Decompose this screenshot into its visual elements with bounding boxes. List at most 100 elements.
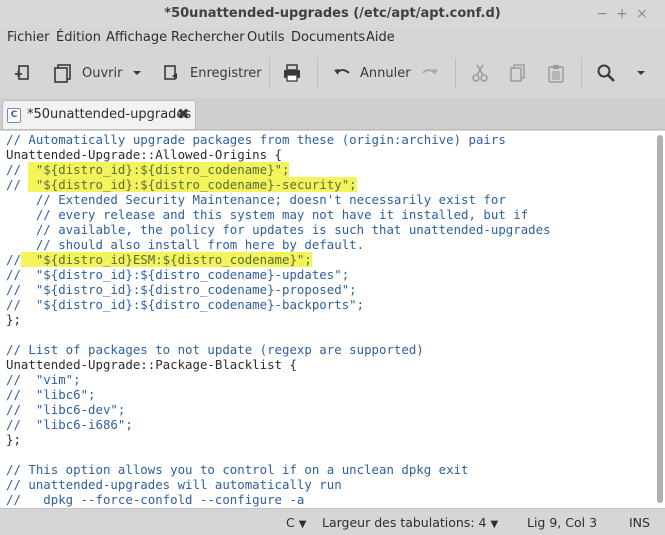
code-line[interactable]: // Automatically upgrade packages from t… <box>6 132 551 147</box>
scrollbar-thumb[interactable] <box>657 135 663 503</box>
search-icon <box>597 64 615 82</box>
tab-label: *50unattended-upgrades <box>27 107 192 122</box>
code-text: // "libc6"; <box>6 387 96 402</box>
chevron-down-icon: ▼ <box>298 519 307 530</box>
c-file-icon: C <box>7 108 21 123</box>
code-line[interactable]: Unattended-Upgrade::Package-Blacklist { <box>6 357 551 372</box>
menu-rechercher[interactable]: Rechercher <box>171 30 245 45</box>
code-view[interactable]: // Automatically upgrade packages from t… <box>6 132 551 507</box>
save-button[interactable]: Enregistrer <box>162 58 262 88</box>
tab-width-label: Largeur des tabulations: <box>322 515 475 530</box>
code-text: // available, the policy for updates is … <box>6 222 551 237</box>
copy-button[interactable] <box>508 58 528 88</box>
tab-document[interactable]: C *50unattended-upgrades ✖ <box>2 100 196 129</box>
paste-button[interactable] <box>546 58 566 88</box>
code-line[interactable]: Unattended-Upgrade::Allowed-Origins { <box>6 147 551 162</box>
chevron-down-icon: ▼ <box>490 519 499 530</box>
code-line[interactable]: // "vim"; <box>6 372 551 387</box>
highlighted-text: "${distro_id}ESM:${distro_codename}"; <box>20 252 312 267</box>
code-text: Unattended-Upgrade::Package-Blacklist { <box>6 357 297 372</box>
minimize-button[interactable]: − <box>592 4 612 24</box>
status-bar: C ▼ Largeur des tabulations: 4 ▼ Lig 9, Co… <box>0 508 665 535</box>
copy-icon <box>510 64 525 82</box>
code-line[interactable] <box>6 447 551 462</box>
code-line[interactable]: // available, the policy for updates is … <box>6 222 551 237</box>
toolbar-more-dropdown[interactable] <box>634 58 648 88</box>
code-line[interactable]: }; <box>6 432 551 447</box>
code-text: // "libc6-dev"; <box>6 402 126 417</box>
print-button[interactable] <box>282 58 302 88</box>
code-text: Unattended-Upgrade::Allowed-Origins { <box>6 147 283 162</box>
code-text: // "vim"; <box>6 372 81 387</box>
text-editor[interactable]: // Automatically upgrade packages from t… <box>0 131 665 508</box>
menu-fichier[interactable]: Fichier <box>7 30 50 45</box>
code-text: // Automatically upgrade packages from t… <box>6 132 506 147</box>
code-line[interactable]: // "libc6"; <box>6 387 551 402</box>
code-line[interactable] <box>6 327 551 342</box>
code-line[interactable]: // This option allows you to control if … <box>6 462 551 477</box>
open-button[interactable]: Ouvrir <box>52 58 122 88</box>
cursor-position: Lig 9, Col 3 <box>527 515 598 530</box>
close-window-button[interactable]: × <box>632 4 652 24</box>
new-document-icon <box>15 65 29 80</box>
toolbar-separator <box>581 58 582 88</box>
code-line[interactable]: // every release and this system may not… <box>6 207 551 222</box>
code-text: // "${distro_id}:${distro_codename}-back… <box>6 297 365 312</box>
menu-edition[interactable]: Édition <box>56 30 101 45</box>
code-line[interactable]: // unattended-upgrades will automaticall… <box>6 477 551 492</box>
toolbar-separator <box>455 58 456 88</box>
code-line[interactable]: // "${distro_id}:${distro_codename}-back… <box>6 297 551 312</box>
menu-affichage[interactable]: Affichage <box>106 30 167 45</box>
clipboard-icon <box>548 65 564 83</box>
maximize-button[interactable]: + <box>612 4 632 24</box>
open-document-icon <box>54 64 71 83</box>
code-text: }; <box>6 312 21 327</box>
redo-icon <box>422 69 438 75</box>
chevron-down-icon <box>133 71 141 75</box>
code-line[interactable]: // Extended Security Maintenance; doesn'… <box>6 192 551 207</box>
code-text: // <box>6 162 29 177</box>
tab-width-selector[interactable]: Largeur des tabulations: 4 ▼ <box>322 515 498 530</box>
code-text: }; <box>6 432 21 447</box>
code-line[interactable]: }; <box>6 312 551 327</box>
code-line[interactable]: // "${distro_id}:${distro_codename}-prop… <box>6 282 551 297</box>
code-text: // every release and this system may not… <box>6 207 529 222</box>
code-line[interactable]: // should also install from here by defa… <box>6 237 551 252</box>
code-line[interactable]: // "${distro_id}:${distro_codename}"; <box>6 162 551 177</box>
code-text: // <box>6 177 29 192</box>
vertical-scrollbar[interactable] <box>655 131 665 508</box>
code-line[interactable]: // "libc6-i686"; <box>6 417 551 432</box>
language-selector[interactable]: C ▼ <box>286 515 306 530</box>
code-text: // Extended Security Maintenance; doesn'… <box>6 192 506 207</box>
language-label: C <box>286 515 295 530</box>
close-tab-icon[interactable]: ✖ <box>177 105 190 123</box>
menu-bar: Fichier Édition Affichage Rechercher Out… <box>0 28 665 50</box>
title-bar: *50unattended-upgrades (/etc/apt/apt.con… <box>0 0 665 28</box>
code-text: // "${distro_id}:${distro_codename}-prop… <box>6 282 357 297</box>
code-text: // This option allows you to control if … <box>6 462 469 477</box>
undo-button[interactable]: Annuler <box>332 58 411 88</box>
code-text: // dpkg --force-confold --configure -a <box>6 492 305 507</box>
code-line[interactable]: // "libc6-dev"; <box>6 402 551 417</box>
undo-icon <box>334 69 350 75</box>
code-line[interactable]: // "${distro_id}:${distro_codename}-secu… <box>6 177 551 192</box>
search-button[interactable] <box>596 58 616 88</box>
menu-aide[interactable]: Aide <box>366 30 395 45</box>
new-document-button[interactable] <box>12 58 32 88</box>
menu-outils[interactable]: Outils <box>247 30 285 45</box>
window-title: *50unattended-upgrades (/etc/apt/apt.con… <box>164 6 501 21</box>
menu-documents[interactable]: Documents <box>291 30 365 45</box>
cut-button[interactable] <box>470 58 490 88</box>
highlighted-text: "${distro_id}:${distro_codename}"; <box>28 162 290 177</box>
code-text: // should also install from here by defa… <box>6 237 365 252</box>
printer-icon <box>284 64 300 82</box>
tab-width-value: 4 <box>478 515 487 530</box>
chevron-down-icon <box>637 71 645 75</box>
code-line[interactable]: // dpkg --force-confold --configure -a <box>6 492 551 507</box>
toolbar-separator <box>269 58 270 88</box>
code-line[interactable]: // "${distro_id}:${distro_codename}-upda… <box>6 267 551 282</box>
open-recent-dropdown[interactable] <box>130 58 144 88</box>
redo-button[interactable] <box>420 58 440 88</box>
code-line[interactable]: // "${distro_id}ESM:${distro_codename}"; <box>6 252 551 267</box>
code-line[interactable]: // List of packages to not update (regex… <box>6 342 551 357</box>
